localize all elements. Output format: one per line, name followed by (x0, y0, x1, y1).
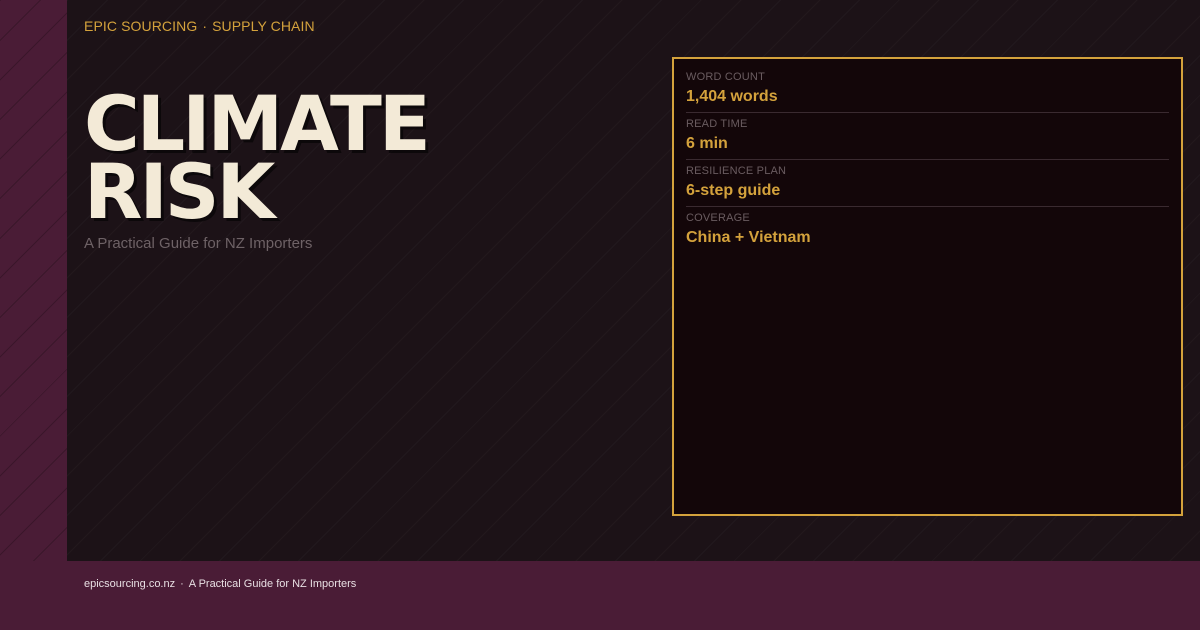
stat-label: COVERAGE (686, 212, 750, 224)
stat-value: 1,404 words (686, 88, 778, 105)
stat-value: 6-step guide (686, 182, 781, 199)
stat-read-time: READ TIME 6 min (686, 118, 1169, 160)
kicker-separator: · (202, 18, 208, 34)
kicker: EPIC SOURCING · SUPPLY CHAIN (84, 18, 315, 34)
title-line-2: RISK (84, 147, 275, 236)
stats-panel: WORD COUNT 1,404 words READ TIME 6 min R… (672, 57, 1183, 516)
stat-label: WORD COUNT (686, 71, 765, 83)
stat-value: 6 min (686, 135, 728, 152)
footer-site-link[interactable]: epicsourcing.co.nz (84, 578, 175, 590)
stat-coverage: COVERAGE China + Vietnam (686, 212, 1169, 248)
stat-value: China + Vietnam (686, 229, 811, 246)
subtitle: A Practical Guide for NZ Importers (84, 235, 313, 252)
footer: epicsourcing.co.nz · A Practical Guide for… (84, 578, 356, 590)
footer-separator: · (180, 578, 184, 590)
stat-resilience-plan: RESILIENCE PLAN 6-step guide (686, 165, 1169, 207)
stat-word-count: WORD COUNT 1,404 words (686, 71, 1169, 113)
stat-label: READ TIME (686, 118, 748, 130)
stat-divider (686, 112, 1169, 113)
kicker-brand: EPIC SOURCING (84, 18, 198, 34)
stat-divider (686, 159, 1169, 160)
decorative-side-strip (0, 0, 67, 561)
footer-tagline: A Practical Guide for NZ Importers (188, 578, 357, 590)
page-title: CLIMATE RISK (84, 86, 644, 236)
stat-divider (686, 206, 1169, 207)
kicker-category: SUPPLY CHAIN (212, 18, 315, 34)
stat-label: RESILIENCE PLAN (686, 165, 787, 177)
